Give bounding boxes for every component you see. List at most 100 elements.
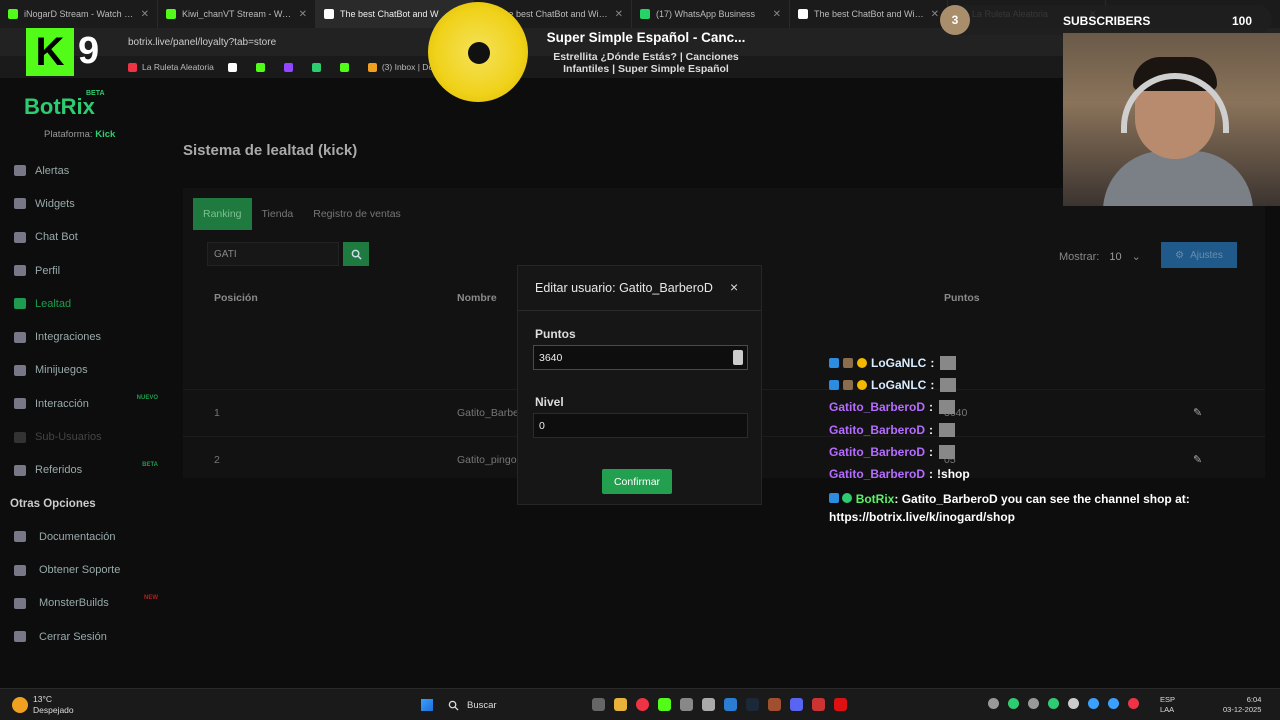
tab-sales-log[interactable]: Registro de ventas (303, 198, 411, 230)
clock-time: 6:04 (1246, 695, 1262, 704)
sidebar-item[interactable]: Widgets (0, 187, 170, 220)
sidebar-item[interactable]: Alertas (0, 154, 170, 187)
media-app-icon[interactable] (812, 698, 825, 711)
bookmark-icon (339, 62, 349, 72)
close-tab-icon[interactable]: ✕ (773, 9, 781, 20)
column-position[interactable]: Posición (214, 292, 258, 304)
confirm-button[interactable]: Confirmar (602, 469, 672, 494)
close-icon[interactable]: × (730, 279, 738, 295)
taskbar-apps (592, 698, 847, 711)
tray-icon[interactable] (1028, 698, 1039, 709)
tray-icon[interactable] (1108, 698, 1119, 709)
taskbar-search[interactable]: Buscar (444, 694, 579, 716)
bookmark[interactable] (227, 62, 242, 72)
sidebar-item[interactable]: Minijuegos (0, 354, 170, 387)
close-tab-icon[interactable]: ✕ (141, 9, 149, 20)
bookmark[interactable] (339, 62, 354, 72)
chat-message: Gatito_BarberoD: (829, 441, 1279, 463)
file-explorer-icon[interactable] (614, 698, 627, 711)
column-name[interactable]: Nombre (457, 292, 497, 304)
tray-icon[interactable] (988, 698, 999, 709)
sidebar-item[interactable]: Cerrar Sesión (0, 620, 170, 653)
points-field[interactable]: 3640 (533, 345, 748, 370)
nav-icon (14, 298, 26, 310)
sidebar-item-label: Interacción (35, 397, 89, 410)
page-title: Sistema de lealtad (kick) (183, 142, 358, 159)
sidebar-item[interactable]: Perfil (0, 254, 170, 287)
brand-name[interactable]: BotRix (24, 94, 95, 120)
url-text[interactable]: botrix.live/panel/loyalty?tab=store (128, 37, 276, 48)
tab-store[interactable]: Tienda (252, 198, 304, 230)
sidebar-item[interactable]: Obtener Soporte (0, 553, 170, 586)
emote-icon (940, 356, 957, 371)
kick-app-icon[interactable] (658, 698, 671, 711)
steam-icon[interactable] (746, 698, 759, 711)
tray-icon[interactable] (1088, 698, 1099, 709)
level-field[interactable]: 0 (533, 413, 748, 438)
calculator-icon[interactable] (702, 698, 715, 711)
nav-badge: NEW (144, 594, 158, 601)
settings-button[interactable]: ⚙ Ajustes (1161, 242, 1237, 268)
sidebar-item-label: Cerrar Sesión (39, 630, 107, 643)
chat-message: LoGaNLC: (829, 352, 1279, 374)
tab-ranking[interactable]: Ranking (193, 198, 252, 230)
task-view-icon[interactable] (592, 698, 605, 711)
language-indicator[interactable]: ESP LAA (1160, 695, 1175, 715)
row-position: 2 (214, 454, 220, 466)
modal-divider (518, 310, 761, 311)
emote-icon (940, 378, 957, 393)
weather-icon[interactable] (12, 697, 28, 713)
tray-icon[interactable] (1048, 698, 1059, 709)
number-spinner[interactable] (733, 350, 743, 365)
discord-icon[interactable] (790, 698, 803, 711)
app-icon[interactable] (834, 698, 847, 711)
clock[interactable]: 6:04 03-12-2025 (1223, 695, 1261, 715)
points-value: 3640 (539, 351, 563, 364)
sidebar-item[interactable]: Referidos BETA (0, 454, 170, 487)
edge-icon[interactable] (724, 698, 737, 711)
row-name: Gatito_Barbe (457, 407, 519, 419)
browser-tab[interactable]: Kiwi_chanVT Stream - Watch Li ✕ (158, 0, 316, 28)
search-button[interactable] (343, 242, 369, 266)
close-tab-icon[interactable]: ✕ (615, 9, 623, 20)
sidebar-item[interactable]: Lealtad (0, 287, 170, 320)
modal-title: Editar usuario: Gatito_BarberoD (535, 281, 713, 295)
chat-username: Gatito_BarberoD (829, 467, 926, 482)
sidebar-item[interactable]: Integraciones (0, 320, 170, 353)
close-tab-icon[interactable]: ✕ (931, 9, 939, 20)
sidebar-item-label: MonsterBuilds (39, 597, 109, 610)
chat-badge-icon (842, 493, 853, 504)
sidebar-item[interactable]: Sub-Usuarios (0, 420, 170, 453)
sidebar-item[interactable]: Chat Bot (0, 221, 170, 254)
bookmark[interactable] (283, 62, 298, 72)
tray-icon[interactable] (1008, 698, 1019, 709)
bookmark[interactable]: La Ruleta Aleatoria (128, 62, 214, 72)
windows-start-icon[interactable] (421, 699, 433, 711)
nav-icon (14, 265, 26, 277)
platform-label: Plataforma: Kick (44, 129, 115, 140)
row-position: 1 (214, 407, 220, 419)
sidebar-item[interactable]: MonsterBuilds NEW (0, 587, 170, 620)
clock-date: 03-12-2025 (1223, 705, 1262, 714)
tray-icon[interactable] (1068, 698, 1079, 709)
chrome-icon[interactable] (636, 698, 649, 711)
sidebar-item[interactable]: Interacción NUEVO (0, 387, 170, 420)
chat-username: Gatito_BarberoD (829, 444, 926, 459)
nav-icon (14, 597, 26, 609)
bookmark[interactable] (311, 62, 326, 72)
browser-tab[interactable]: The best ChatBot and Widge ✕ (790, 0, 948, 28)
search-input[interactable]: GATI (207, 242, 339, 266)
page-size-select[interactable]: 10 (1109, 251, 1121, 263)
sidebar-item[interactable]: Documentación (0, 520, 170, 553)
sidebar-nav-other: Documentación Obtener Soporte MonsterBuild… (0, 520, 170, 654)
settings-app-icon[interactable] (680, 698, 693, 711)
close-tab-icon[interactable]: ✕ (299, 9, 307, 20)
column-points[interactable]: Puntos (944, 292, 980, 304)
chat-badge-icon (857, 380, 867, 391)
app-icon[interactable] (768, 698, 781, 711)
tray-icon[interactable] (1128, 698, 1139, 709)
browser-tab[interactable]: iNogarD Stream - Watch Live o ✕ (0, 0, 158, 28)
lang-primary: ESP (1160, 695, 1176, 704)
bookmark[interactable] (255, 62, 270, 72)
bookmark-icon (367, 62, 377, 72)
